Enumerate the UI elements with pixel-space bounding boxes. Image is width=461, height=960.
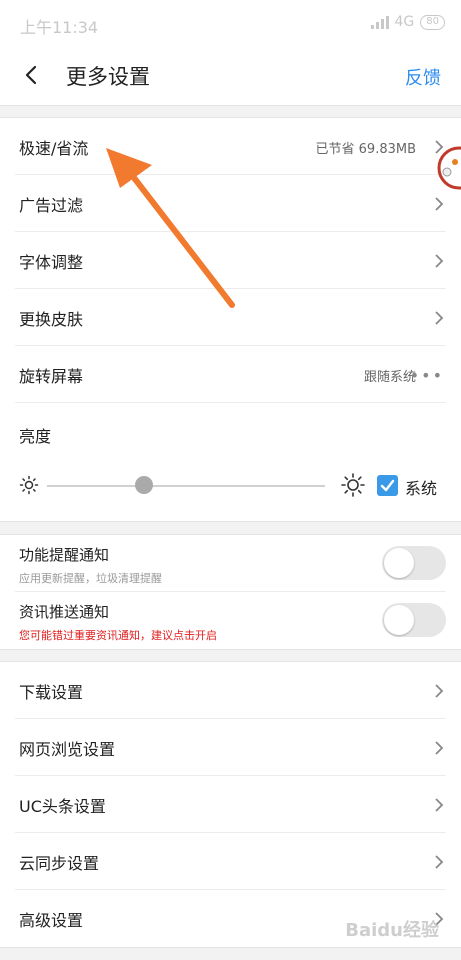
feature-notify-title: 功能提醒通知 xyxy=(19,546,110,564)
settings-group-advanced: 下载设置 网页浏览设置 UC头条设置 云同步设置 高级设置 xyxy=(0,661,461,948)
download-settings-row[interactable]: 下载设置 xyxy=(15,662,446,719)
news-push-subtitle: 您可能错过重要资讯通知，建议点击开启 xyxy=(19,629,217,642)
web-browsing-settings-row[interactable]: 网页浏览设置 xyxy=(15,719,446,776)
data-saved-value: 已节省 69.83MB xyxy=(315,142,416,157)
rotate-screen-value: 跟随系统 xyxy=(363,370,416,385)
web-browsing-settings-label: 网页浏览设置 xyxy=(19,740,116,759)
cloud-sync-settings-label: 云同步设置 xyxy=(19,854,100,873)
status-bar: 上午11:34 4G 80 xyxy=(0,0,461,48)
app-header: 更多设置 反馈 xyxy=(0,48,461,106)
font-adjust-label: 字体调整 xyxy=(19,253,84,272)
news-push-row: 资讯推送通知 您可能错过重要资讯通知，建议点击开启 xyxy=(15,592,446,649)
rotate-screen-label: 旋转屏幕 xyxy=(19,367,84,386)
download-settings-label: 下载设置 xyxy=(19,683,84,702)
change-skin-label: 更换皮肤 xyxy=(19,310,84,329)
status-indicators: 4G 80 xyxy=(370,14,445,30)
page-title: 更多设置 xyxy=(66,65,150,89)
chevron-right-icon xyxy=(435,254,444,268)
feature-notify-toggle[interactable] xyxy=(382,546,446,580)
settings-group-notifications: 功能提醒通知 应用更新提醒，垃圾清理提醒 资讯推送通知 您可能错过重要资讯通知，… xyxy=(0,534,461,650)
system-brightness-checkbox[interactable] xyxy=(377,475,398,496)
status-time: 上午11:34 xyxy=(20,18,99,37)
news-push-title: 资讯推送通知 xyxy=(19,603,110,621)
system-brightness-label: 系统 xyxy=(405,479,438,498)
ad-filter-label: 广告过滤 xyxy=(19,196,84,215)
settings-group-general: 极速/省流 已节省 69.83MB 广告过滤 字体调整 更换皮肤 旋转屏幕 跟随… xyxy=(0,117,461,522)
signal-icon xyxy=(370,15,389,29)
ad-filter-row[interactable]: 广告过滤 xyxy=(15,175,446,232)
brightness-section: 亮度 系统 xyxy=(15,403,446,521)
speed-mode-label: 极速/省流 xyxy=(19,139,89,158)
uc-headline-settings-label: UC头条设置 xyxy=(19,797,106,816)
floating-mascot-icon xyxy=(437,146,461,190)
toggle-knob xyxy=(384,605,414,635)
speed-mode-row[interactable]: 极速/省流 已节省 69.83MB xyxy=(15,118,446,175)
back-arrow-icon[interactable] xyxy=(18,60,48,90)
brightness-low-icon xyxy=(19,475,39,495)
brightness-label: 亮度 xyxy=(19,427,52,446)
chevron-right-icon xyxy=(435,311,444,325)
brightness-high-icon xyxy=(341,473,365,497)
baidu-watermark: Baidu经验 xyxy=(345,920,439,941)
chevron-right-icon xyxy=(435,741,444,755)
network-type: 4G xyxy=(394,14,415,30)
brightness-slider-track[interactable] xyxy=(47,485,325,487)
change-skin-row[interactable]: 更换皮肤 xyxy=(15,289,446,346)
feedback-link[interactable]: 反馈 xyxy=(405,64,441,90)
chevron-right-icon xyxy=(435,197,444,211)
chevron-right-icon xyxy=(435,798,444,812)
news-push-toggle[interactable] xyxy=(382,603,446,637)
advanced-settings-label: 高级设置 xyxy=(19,911,84,930)
more-options-icon[interactable]: ••• xyxy=(410,366,444,385)
feature-notify-subtitle: 应用更新提醒，垃圾清理提醒 xyxy=(19,572,162,585)
chevron-right-icon xyxy=(435,684,444,698)
uc-headline-settings-row[interactable]: UC头条设置 xyxy=(15,776,446,833)
feature-notify-row: 功能提醒通知 应用更新提醒，垃圾清理提醒 xyxy=(15,535,446,592)
cloud-sync-settings-row[interactable]: 云同步设置 xyxy=(15,833,446,890)
rotate-screen-row[interactable]: 旋转屏幕 跟随系统 ••• xyxy=(15,346,446,403)
brightness-slider-thumb[interactable] xyxy=(135,476,154,494)
chevron-right-icon xyxy=(435,855,444,869)
font-adjust-row[interactable]: 字体调整 xyxy=(15,232,446,289)
battery-icon: 80 xyxy=(420,14,445,30)
toggle-knob xyxy=(384,548,414,578)
